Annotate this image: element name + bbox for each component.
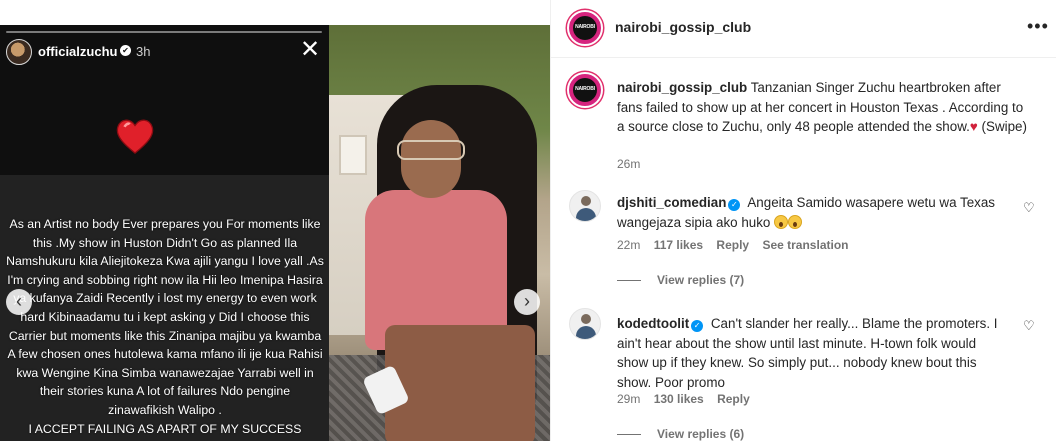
comment-text: djshiti_comedian ✓ Angeita Samido wasaper… [617,193,1007,232]
replies-divider [617,434,641,435]
heart-emoji-icon: ♥ [969,119,978,134]
photo-window [339,135,367,175]
comment-meta: 29m 130 likes Reply [617,392,760,406]
post-header: NAIROBI nairobi_gossip_club ••• [551,0,1056,58]
photo-person-legs [385,325,535,441]
story-username: officialzuchu [38,44,118,59]
avatar-body [576,208,596,221]
story-screenshot: officialzuchu ✔ 3h ✕ As an Artist no bod… [0,25,329,441]
like-comment-icon[interactable]: ♡ [1023,318,1035,334]
comment-avatar[interactable] [569,308,601,340]
caption-username-link[interactable]: nairobi_gossip_club [617,80,747,95]
author-username-link[interactable]: nairobi_gossip_club [615,19,751,35]
post-media-carousel: officialzuchu ✔ 3h ✕ As an Artist no bod… [0,0,550,441]
more-options-icon[interactable]: ••• [1027,16,1049,37]
view-replies-button[interactable]: View replies (7) [617,273,744,287]
carousel-prev-button[interactable]: ‹ [6,289,32,315]
post-photo [329,25,550,441]
avatar-text: NAIROBI [575,86,595,92]
avatar-text: NAIROBI [575,24,595,30]
comment-text: kodedtoolit ✓ Can't slander her really...… [617,314,1007,392]
author-avatar[interactable]: NAIROBI [567,10,603,46]
view-replies-label: View replies (7) [657,273,745,287]
carousel-next-button[interactable]: › [514,289,540,315]
post-sidebar: NAIROBI nairobi_gossip_club ••• NAIROBI … [550,0,1056,441]
comment-username-link[interactable]: djshiti_comedian [617,195,726,210]
caption-avatar[interactable]: NAIROBI [567,72,603,108]
story-body-text: As an Artist no body Ever prepares you F… [6,217,324,417]
comment-time[interactable]: 22m [617,238,640,252]
comment-avatar[interactable] [569,190,601,222]
story-avatar [6,39,32,65]
like-comment-icon[interactable]: ♡ [1023,200,1035,216]
red-heart-icon [116,119,154,154]
comment-likes[interactable]: 117 likes [654,238,703,252]
reply-button[interactable]: Reply [716,238,749,252]
view-replies-button[interactable]: View replies (6) [617,427,744,441]
caption-text: nairobi_gossip_club Tanzanian Singer Zuc… [617,78,1027,137]
avatar-body [576,326,596,339]
avatar-head [581,314,591,324]
story-time: 3h [136,44,151,59]
story-last-line: I ACCEPT FAILING AS APART OF MY SUCCESS [28,421,302,436]
view-replies-label: View replies (6) [657,427,745,441]
caption-suffix: (Swipe) [981,119,1027,134]
astonished-face-emoji-icon [788,214,803,229]
comment-time[interactable]: 29m [617,392,640,406]
caption-timestamp[interactable]: 26m [617,157,640,171]
verified-icon: ✔ [120,45,131,56]
reply-button[interactable]: Reply [717,392,750,406]
avatar-head [581,196,591,206]
photo-person-glasses [397,140,465,160]
see-translation-button[interactable]: See translation [762,238,848,252]
verified-badge-icon: ✓ [691,320,704,332]
comment-meta: 22m 117 likes Reply See translation [617,238,858,252]
story-progress-bar [6,31,322,33]
replies-divider [617,280,641,281]
comment-likes[interactable]: 130 likes [654,392,704,406]
astonished-face-emoji-icon [774,214,789,229]
story-text: As an Artist no body Ever prepares you F… [6,215,324,438]
verified-badge-icon: ✓ [728,199,741,211]
comment-username-link[interactable]: kodedtoolit [617,316,689,331]
close-icon: ✕ [300,36,321,63]
